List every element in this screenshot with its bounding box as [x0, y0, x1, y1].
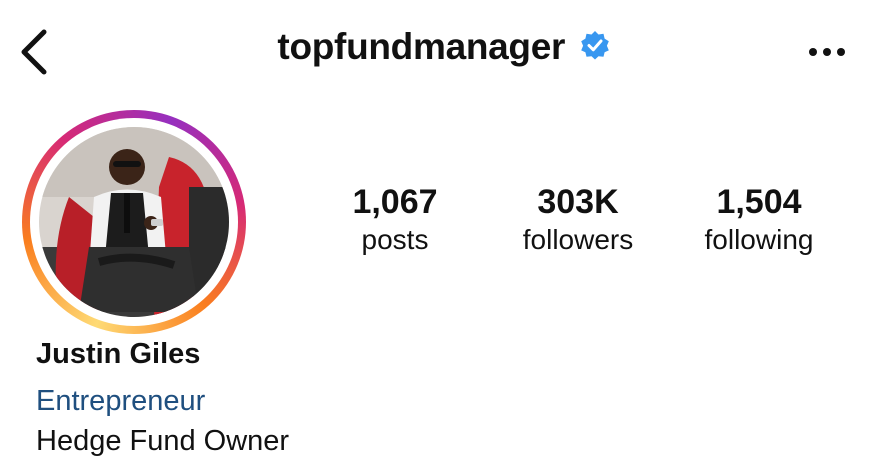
stat-followers[interactable]: 303K followers: [488, 182, 668, 258]
username: topfundmanager: [277, 26, 566, 67]
avatar[interactable]: [39, 127, 229, 317]
avatar-frame: [30, 118, 238, 326]
story-ring[interactable]: [22, 110, 246, 334]
posts-label: posts: [361, 224, 429, 255]
header-title: topfundmanager: [0, 26, 887, 68]
more-horizontal-icon: [809, 48, 845, 56]
verified-badge-icon: [580, 30, 610, 60]
followers-label: followers: [522, 224, 634, 255]
profile-header: topfundmanager: [0, 0, 887, 100]
profile-category: Entrepreneur: [36, 385, 206, 417]
posts-count: 1,067: [352, 183, 438, 221]
more-options-button[interactable]: [807, 44, 847, 60]
stat-posts[interactable]: 1,067 posts: [305, 182, 485, 258]
profile-bio: Hedge Fund Owner: [36, 425, 290, 457]
profile-name: Justin Giles: [36, 338, 201, 370]
following-count: 1,504: [716, 183, 802, 221]
followers-count: 303K: [537, 183, 619, 221]
stat-following[interactable]: 1,504 following: [669, 182, 849, 258]
following-label: following: [704, 224, 814, 255]
